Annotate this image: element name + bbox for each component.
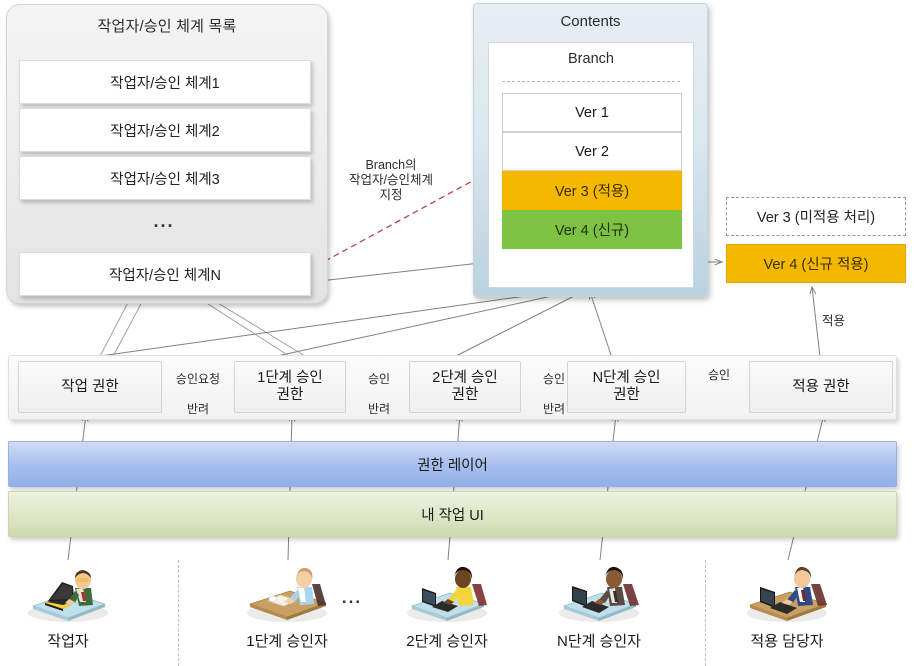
branch-box: Branch Ver 1 Ver 2 Ver 3 (적용) Ver 4 (신규) <box>488 42 694 288</box>
perm-line: 권한 <box>451 387 479 403</box>
layer-bar-my-work-ui: 내 작업 UI <box>8 491 897 537</box>
branch-designation-note: Branch의 작업자/승인체계 지정 <box>318 158 464 203</box>
layer-label: 권한 레이어 <box>417 457 488 474</box>
actor-divider <box>178 560 179 666</box>
permission-box-apply[interactable]: 적용 권한 <box>749 361 893 413</box>
permission-box-work[interactable]: 작업 권한 <box>18 361 162 413</box>
branch-note-line: Branch의 <box>365 158 417 172</box>
actor-caption: 적용 담당자 <box>750 633 824 650</box>
perm-line: 권한 <box>276 387 304 403</box>
perm-line: 1단계 승인 <box>257 370 323 386</box>
connector-label-down: 반려 <box>542 402 566 416</box>
connector-label-down: 반려 <box>367 402 391 416</box>
list-item[interactable]: 작업자/승인 체계2 <box>19 108 311 152</box>
contents-panel-title: Contents <box>560 13 621 30</box>
actor-caption: 1단계 승인자 <box>246 633 328 650</box>
version-item-ver2[interactable]: Ver 2 <box>502 132 682 171</box>
branch-note-line: 지정 <box>379 188 403 202</box>
branch-note-line: 작업자/승인체계 <box>349 173 433 187</box>
version-item-ver3-applied[interactable]: Ver 3 (적용) <box>502 171 682 210</box>
branch-divider <box>502 81 680 82</box>
actor-divider <box>705 560 706 666</box>
version-item-ver4-new[interactable]: Ver 4 (신규) <box>502 210 682 249</box>
connector-label-up: 승인 <box>367 372 391 386</box>
perm-line: 2단계 승인 <box>432 370 498 386</box>
version-item-ver1[interactable]: Ver 1 <box>502 93 682 132</box>
list-panel-title: 작업자/승인 체계 목록 <box>97 18 237 35</box>
person-at-desk-icon <box>747 566 828 622</box>
actor-caption: N단계 승인자 <box>556 633 641 650</box>
approval-system-list-panel: 작업자/승인 체계 목록 작업자/승인 체계1 작업자/승인 체계2 작업자/승… <box>6 4 328 304</box>
connector-label-up: 승인 <box>542 372 566 386</box>
actor-caption: 2단계 승인자 <box>406 633 488 650</box>
list-ellipsis: ... <box>153 210 175 231</box>
person-at-desk-icon <box>407 566 487 622</box>
connector-label-up: 승인 <box>707 368 731 382</box>
diagram-canvas: 작업자/승인 체계 목록 작업자/승인 체계1 작업자/승인 체계2 작업자/승… <box>0 0 915 666</box>
perm-line: N단계 승인 <box>592 370 661 386</box>
contents-panel: Contents Branch Ver 1 Ver 2 Ver 3 (적용) V… <box>473 3 708 297</box>
person-at-desk-icon <box>28 570 108 622</box>
list-item[interactable]: 작업자/승인 체계1 <box>19 60 311 104</box>
permission-box-stage2[interactable]: 2단계 승인 권한 <box>409 361 521 413</box>
layer-label: 내 작업 UI <box>421 507 484 524</box>
perm-line: 권한 <box>613 387 640 403</box>
person-at-desk-icon <box>247 567 328 622</box>
connector-label-up: 승인요청 <box>175 372 221 386</box>
apply-arrow-label: 적용 <box>822 314 846 328</box>
connector-label-down: 반려 <box>186 402 210 416</box>
layer-bar-authority: 권한 레이어 <box>8 441 897 487</box>
person-at-desk-icon <box>559 566 639 622</box>
list-item-last[interactable]: 작업자/승인 체계N <box>19 252 311 296</box>
branch-title: Branch <box>568 51 614 67</box>
list-item[interactable]: 작업자/승인 체계3 <box>19 156 311 200</box>
actor-ellipsis: ... <box>341 588 363 607</box>
permission-box-stage1[interactable]: 1단계 승인 권한 <box>234 361 346 413</box>
actor-caption: 작업자 <box>47 633 89 650</box>
